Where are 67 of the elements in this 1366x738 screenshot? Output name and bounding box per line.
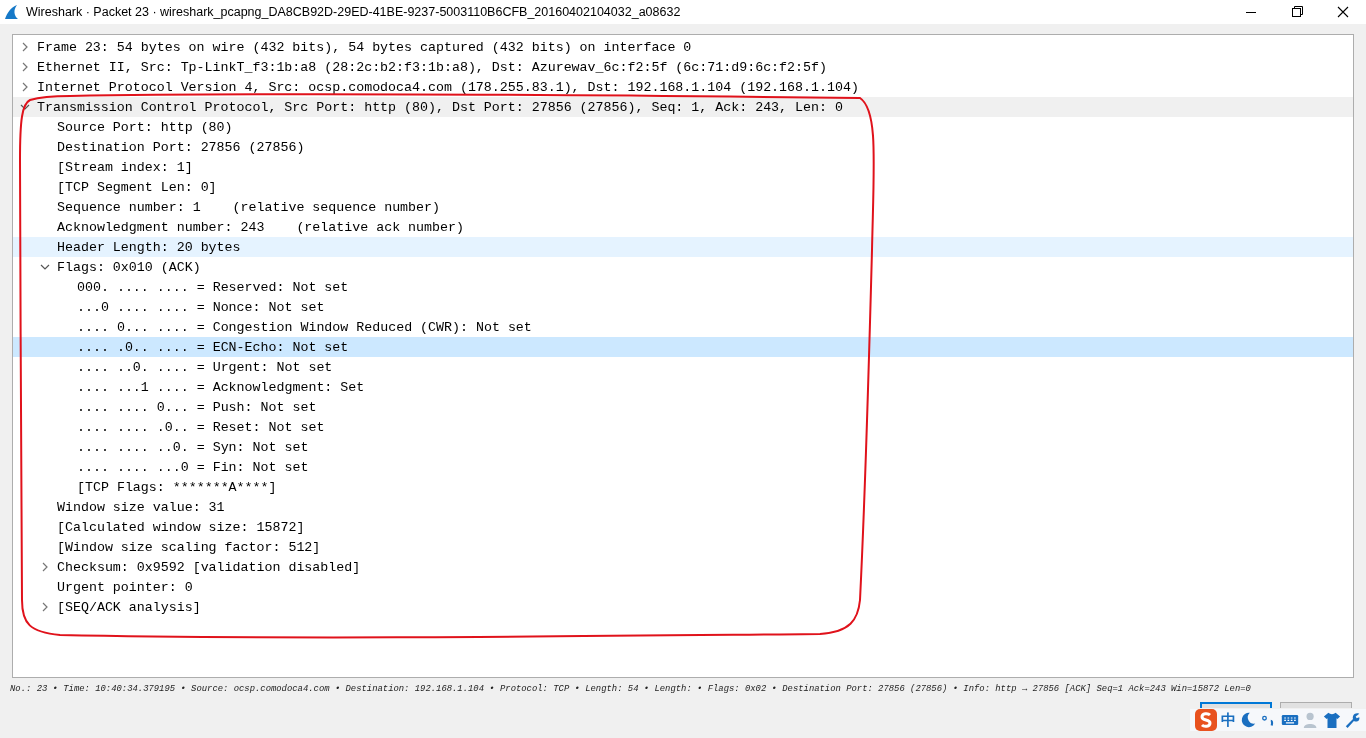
tree-item-text: Source Port: http (80) [57,119,233,135]
tree-item-text: .... ..0. .... = Urgent: Not set [77,359,333,375]
app-logo-icon [4,4,20,20]
tree-item-text: [Calculated window size: 15872] [57,519,305,535]
tree-row[interactable]: .... .... 0... = Push: Not set [13,397,1353,417]
tree-row[interactable]: Source Port: http (80) [13,117,1353,137]
tree-row[interactable]: Ethernet II, Src: Tp-LinkT_f3:1b:a8 (28:2c:b2:f3:1b:a8), Dst: Azurewav_6c:f2:5f (6c:71:d9:6c:f2:5f) [13,57,1353,77]
tree-item-text: Window size value: 31 [57,499,225,515]
tree-item-text: Flags: 0x010 (ACK) [57,259,201,275]
tree-row[interactable]: Internet Protocol Version 4, Src: ocsp.comodoca4.com (178.255.83.1), Dst: 192.168.1.104 (192.168.1.104) [13,77,1353,97]
tree-item-text: Internet Protocol Version 4, Src: ocsp.comodoca4.com (178.255.83.1), Dst: 192.168.1.104 (192.168.1.104) [37,79,859,95]
tree-row[interactable]: Window size value: 31 [13,497,1353,517]
input-method-logo-icon[interactable] [1194,708,1218,732]
tree-item-text: 000. .... .... = Reserved: Not set [77,279,349,295]
tree-row[interactable]: .... .0.. .... = ECN-Echo: Not set [13,337,1353,357]
tree-item-text: Ethernet II, Src: Tp-LinkT_f3:1b:a8 (28:2c:b2:f3:1b:a8), Dst: Azurewav_6c:f2:5f (6c:71:d9:6c:f2:5f) [37,59,827,75]
tree-item-text: .... .... .0.. = Reset: Not set [77,419,325,435]
tree-item-text: .... .... ..0. = Syn: Not set [77,439,309,455]
tree-row[interactable]: [SEQ/ACK analysis] [13,597,1353,617]
tree-item-text: [Window size scaling factor: 512] [57,539,321,555]
tree-row[interactable]: .... ...1 .... = Acknowledgment: Set [13,377,1353,397]
moon-icon[interactable] [1239,711,1257,729]
tree-item-text: .... .... ...0 = Fin: Not set [77,459,309,475]
window-title: Wireshark · Packet 23 · wireshark_pcapng_DA8CB92D-29ED-41BE-9237-5003110B6CFB_20160402104032_a08632 [26,5,681,19]
input-mode-indicator[interactable]: 中 [1221,710,1236,730]
tree-item-text: Destination Port: 27856 (27856) [57,139,305,155]
tree-item-text: Header Length: 20 bytes [57,239,241,255]
tree-row[interactable]: 000. .... .... = Reserved: Not set [13,277,1353,297]
tree-item-text: .... ...1 .... = Acknowledgment: Set [77,379,365,395]
tree-item-text: .... 0... .... = Congestion Window Reduced (CWR): Not set [77,319,532,335]
tree-row[interactable]: [TCP Segment Len: 0] [13,177,1353,197]
tree-item-text: [SEQ/ACK analysis] [57,599,201,615]
wrench-icon[interactable] [1344,711,1362,729]
tree-item-text: [Stream index: 1] [57,159,193,175]
tree-row[interactable]: ...0 .... .... = Nonce: Not set [13,297,1353,317]
tree-row[interactable]: Frame 23: 54 bytes on wire (432 bits), 54 bytes captured (432 bits) on interface 0 [13,37,1353,57]
tree-row[interactable]: Sequence number: 1 (relative sequence number) [13,197,1353,217]
tree-row[interactable]: Transmission Control Protocol, Src Port: http (80), Dst Port: 27856 (27856), Seq: 1, Ack: 243, Len: 0 [13,97,1353,117]
tree-row[interactable]: Destination Port: 27856 (27856) [13,137,1353,157]
tree-row[interactable]: Acknowledgment number: 243 (relative ack number) [13,217,1353,237]
tree-row[interactable]: [Stream index: 1] [13,157,1353,177]
tree-row[interactable]: [TCP Flags: *******A****] [13,477,1353,497]
tree-item-text: [TCP Segment Len: 0] [57,179,217,195]
tree-item-text: Frame 23: 54 bytes on wire (432 bits), 54 bytes captured (432 bits) on interface 0 [37,39,692,55]
tree-row[interactable]: .... 0... .... = Congestion Window Reduced (CWR): Not set [13,317,1353,337]
shirt-icon[interactable] [1323,711,1341,729]
tree-row[interactable]: .... .... ...0 = Fin: Not set [13,457,1353,477]
tree-item-text: Acknowledgment number: 243 (relative ack number) [57,219,464,235]
tree-item-text: [TCP Flags: *******A****] [77,479,277,495]
tree-row[interactable]: [Window size scaling factor: 512] [13,537,1353,557]
dialog-button[interactable] [1200,702,1272,708]
tree-row[interactable]: Flags: 0x010 (ACK) [13,257,1353,277]
tree-row[interactable]: .... ..0. .... = Urgent: Not set [13,357,1353,377]
packet-summary-line: No.: 23 • Time: 10:40:34.379195 • Source: ocsp.comodoca4.com • Destination: 192.168.1.104 • Protocol: TCP • Length: 54 • Length: • Flags: 0x02 • Destination Port: 27856 (27856) • Info: http → 27856 [ACK] Seq=1 Ack=243 Win=15872 Len=0 [10,684,1252,694]
tree-row[interactable]: .... .... ..0. = Syn: Not set [13,437,1353,457]
tree-row[interactable]: [Calculated window size: 15872] [13,517,1353,537]
tree-item-text: Transmission Control Protocol, Src Port: http (80), Dst Port: 27856 (27856), Seq: 1, Ack: 243, Len: 0 [37,99,843,115]
tree-row[interactable]: Header Length: 20 bytes [13,237,1353,257]
tree-item-text: Urgent pointer: 0 [57,579,193,595]
tree-item-text: Checksum: 0x9592 [validation disabled] [57,559,361,575]
tree-item-text: ...0 .... .... = Nonce: Not set [77,299,325,315]
tree-row[interactable]: Checksum: 0x9592 [validation disabled] [13,557,1353,577]
tree-item-text: Sequence number: 1 (relative sequence number) [57,199,440,215]
tree-row[interactable]: .... .... .0.. = Reset: Not set [13,417,1353,437]
tree-item-text: .... .0.. .... = ECN-Echo: Not set [77,339,349,355]
tree-item-text: .... .... 0... = Push: Not set [77,399,317,415]
tree-row[interactable]: Urgent pointer: 0 [13,577,1353,597]
